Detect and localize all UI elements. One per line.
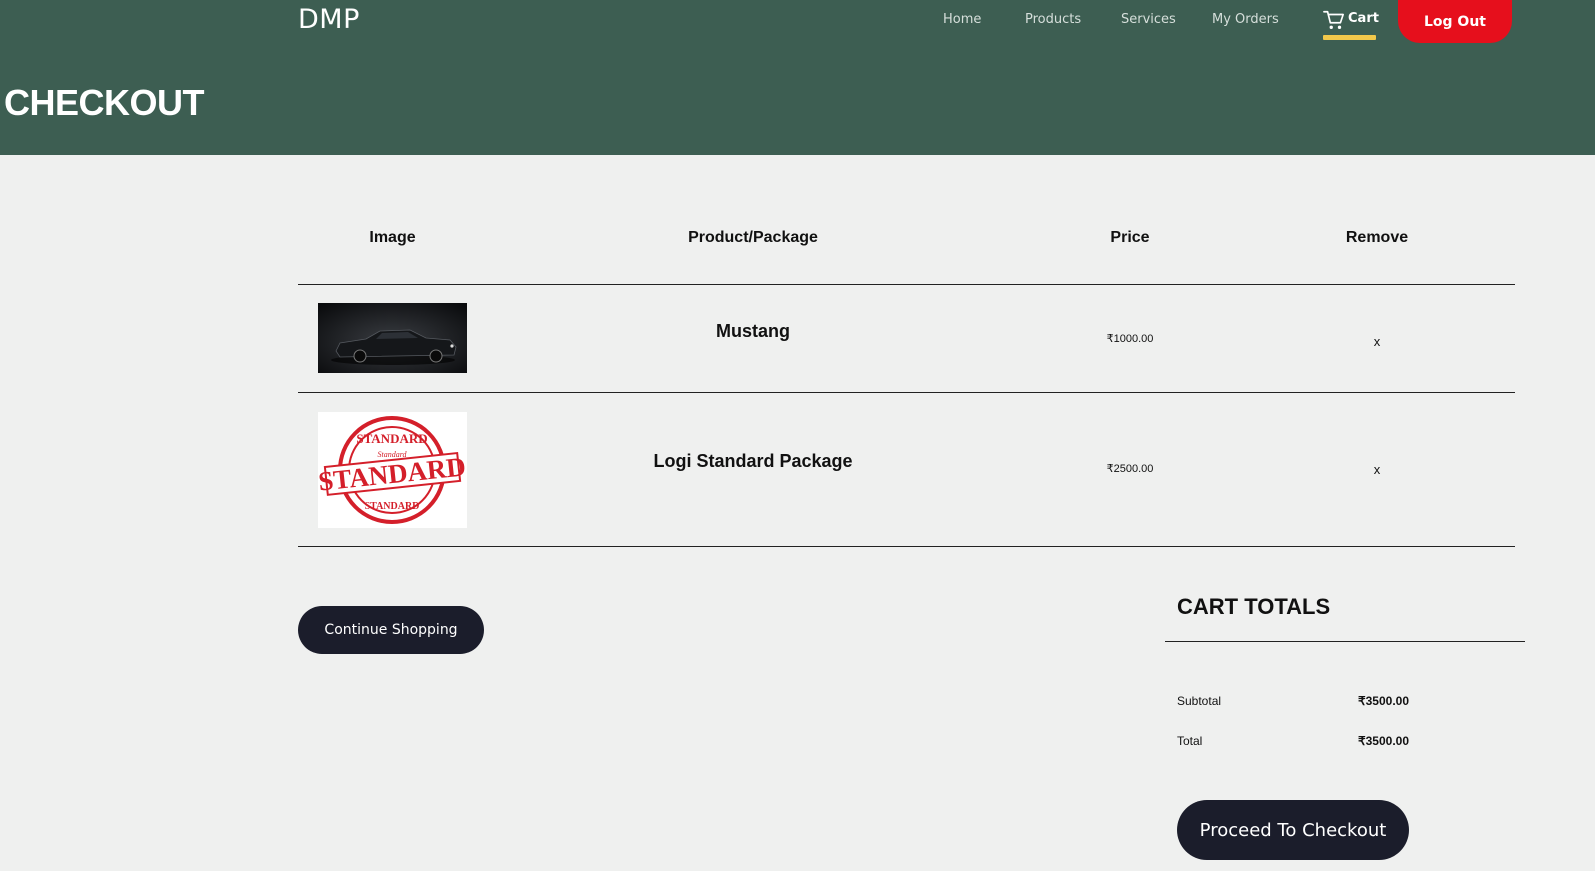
- cart-label: Cart: [1348, 11, 1379, 26]
- totals-divider: [1165, 641, 1525, 642]
- page-title: CHECKOUT: [4, 82, 205, 123]
- table-divider: [298, 546, 1515, 547]
- logout-button[interactable]: Log Out: [1398, 0, 1512, 43]
- total-value: ₹3500.00: [1358, 734, 1410, 748]
- proceed-to-checkout-button[interactable]: Proceed To Checkout: [1177, 800, 1409, 860]
- cart-active-underline: [1323, 35, 1376, 40]
- column-header-product: Product/Package: [688, 229, 818, 246]
- nav-cart[interactable]: Cart: [1323, 8, 1379, 41]
- table-divider: [298, 392, 1515, 393]
- product-price: ₹1000.00: [1106, 333, 1154, 345]
- table-divider: [298, 284, 1515, 285]
- total-label: Total: [1177, 734, 1203, 748]
- standard-stamp-image: STANDARD Standard STANDARD STANDARD: [317, 416, 467, 524]
- stamp-top-text: STANDARD: [356, 431, 427, 446]
- site-header: DMP Home Products Services My Orders Car…: [0, 0, 1595, 155]
- continue-shopping-button[interactable]: Continue Shopping: [298, 606, 484, 654]
- column-header-remove: Remove: [1345, 229, 1409, 246]
- product-name: Mustang: [716, 321, 790, 341]
- column-header-image: Image: [369, 229, 416, 246]
- nav-services[interactable]: Services: [1121, 12, 1176, 27]
- mustang-thumbnail: [318, 303, 467, 373]
- subtotal-label: Subtotal: [1177, 694, 1222, 708]
- product-name: Logi Standard Package: [653, 451, 853, 471]
- stamp-bottom-text: STANDARD: [365, 501, 420, 512]
- car-image: [318, 303, 467, 373]
- standard-package-thumbnail: STANDARD Standard STANDARD STANDARD: [317, 412, 467, 528]
- remove-item-button[interactable]: x: [1362, 334, 1392, 349]
- column-header-price: Price: [1110, 229, 1150, 246]
- subtotal-value: ₹3500.00: [1358, 694, 1410, 708]
- nav-my-orders[interactable]: My Orders: [1212, 12, 1279, 27]
- nav-home[interactable]: Home: [943, 12, 981, 27]
- cart-icon: [1323, 10, 1344, 29]
- nav-products[interactable]: Products: [1025, 12, 1081, 27]
- product-price: ₹2500.00: [1106, 463, 1154, 475]
- cart-totals-title: CART TOTALS: [1177, 594, 1331, 619]
- remove-item-button[interactable]: x: [1362, 462, 1392, 477]
- site-logo[interactable]: DMP: [298, 4, 360, 35]
